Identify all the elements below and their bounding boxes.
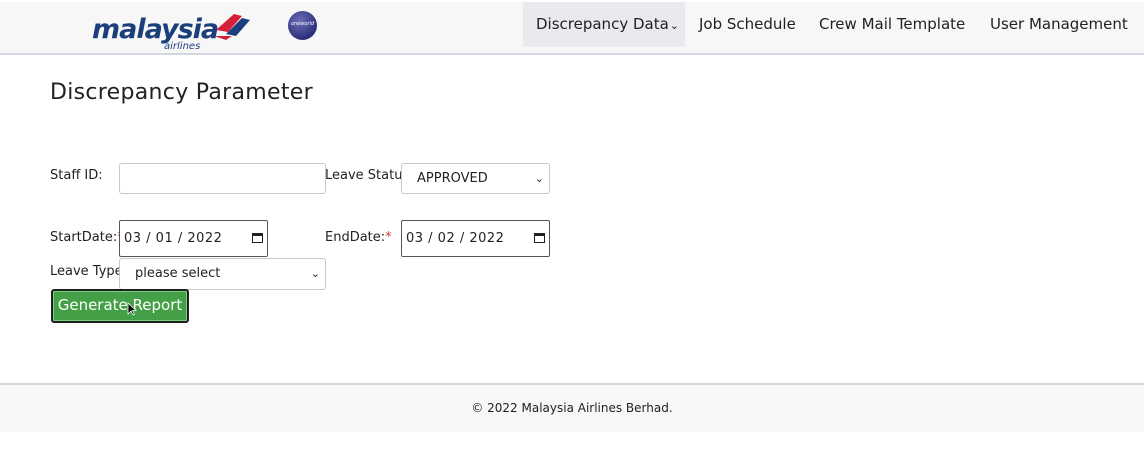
oneworld-badge: oneworld <box>288 11 317 40</box>
footer: © 2022 Malaysia Airlines Berhad. <box>0 383 1144 432</box>
leave-type-select[interactable]: please select ⌄ <box>119 258 326 290</box>
calendar-icon[interactable] <box>534 233 545 243</box>
nav-crew-mail-template[interactable]: Crew Mail Template <box>819 2 965 47</box>
start-date-value: 03 / 01 / 2022 <box>124 231 223 246</box>
nav-discrepancy-data-label: Discrepancy Data <box>536 15 669 33</box>
footer-copyright: © 2022 Malaysia Airlines Berhad. <box>471 401 673 415</box>
nav-discrepancy-data[interactable]: Discrepancy Data⌄ <box>523 2 685 47</box>
nav-user-management-label: User Management <box>990 15 1128 33</box>
staff-id-input[interactable] <box>119 163 326 194</box>
nav-crew-mail-template-label: Crew Mail Template <box>819 15 966 33</box>
end-date-value: 03 / 02 / 2022 <box>406 231 505 246</box>
malaysia-airlines-logo[interactable]: malaysia airlines <box>92 8 254 52</box>
nav-job-schedule[interactable]: Job Schedule <box>699 2 796 47</box>
top-navbar: malaysia airlines oneworld Discrepancy D… <box>0 2 1144 55</box>
chevron-down-icon: ⌄ <box>534 172 544 185</box>
end-date-input[interactable]: 03 / 02 / 2022 <box>401 220 550 257</box>
end-date-label: EndDate:* <box>325 230 392 245</box>
nav-user-management[interactable]: User Management <box>990 2 1128 47</box>
required-marker: * <box>385 230 392 245</box>
chevron-down-icon: ⌄ <box>310 267 320 280</box>
start-date-label: StartDate:* <box>50 230 124 245</box>
oneworld-label: oneworld <box>290 21 315 27</box>
brand-subtitle: airlines <box>164 41 201 52</box>
leave-status-select[interactable]: APPROVED ⌄ <box>401 163 550 194</box>
leave-status-value: APPROVED <box>417 171 488 186</box>
end-date-label-text: EndDate: <box>325 230 386 245</box>
start-date-input[interactable]: 03 / 01 / 2022 <box>119 220 268 257</box>
staff-id-label: Staff ID: <box>50 168 103 183</box>
page-title: Discrepancy Parameter <box>50 80 313 105</box>
chevron-down-icon: ⌄ <box>669 19 679 32</box>
kite-logo-icon <box>214 14 250 40</box>
start-date-label-text: StartDate: <box>50 230 118 245</box>
generate-report-button[interactable]: Generate Report <box>51 289 189 323</box>
leave-type-value: please select <box>135 266 221 281</box>
calendar-icon[interactable] <box>252 233 263 243</box>
leave-type-label: Leave Type: <box>50 264 128 279</box>
nav-job-schedule-label: Job Schedule <box>699 15 796 33</box>
mouse-pointer-icon <box>127 302 137 316</box>
